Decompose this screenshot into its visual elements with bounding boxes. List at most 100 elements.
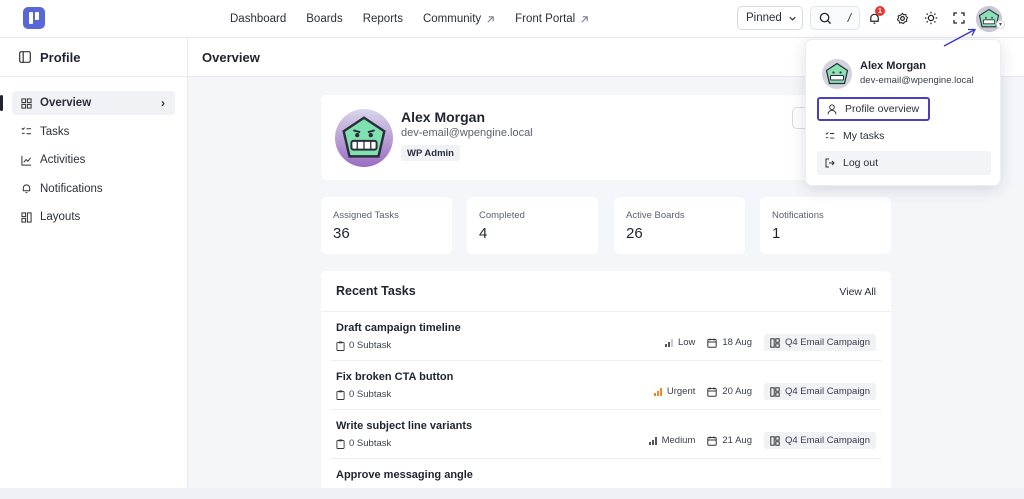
nav-front-portal[interactable]: Front Portal <box>515 13 589 25</box>
bottom-edge <box>0 488 1024 499</box>
stat-assigned-tasks: Assigned Tasks 36 <box>321 197 452 254</box>
clipboard-icon <box>336 439 345 449</box>
search-icon <box>819 12 831 24</box>
task-subtasks: 0 Subtask <box>336 340 391 351</box>
task-due-date: 18 Aug <box>707 337 752 348</box>
page-title: Overview <box>202 49 260 65</box>
board-icon <box>770 337 780 348</box>
pinned-dropdown[interactable]: Pinned <box>737 6 803 30</box>
task-row[interactable]: Fix broken CTA button 0 Subtask Urgent 2… <box>331 361 881 410</box>
recent-tasks-card: Recent Tasks View All Draft campaign tim… <box>321 271 891 499</box>
task-row[interactable]: Write subject line variants 0 Subtask Me… <box>331 410 881 459</box>
task-title: Write subject line variants <box>336 420 473 432</box>
sidebar-header: Profile <box>0 38 187 77</box>
priority-urgent-icon <box>653 387 662 396</box>
fullscreen-icon <box>953 12 965 24</box>
recent-tasks-title: Recent Tasks <box>336 284 416 298</box>
calendar-icon <box>707 387 718 397</box>
clipboard-icon <box>336 341 345 351</box>
priority-low-icon <box>664 338 673 347</box>
task-row[interactable]: Draft campaign timeline 0 Subtask Low 18… <box>331 312 881 361</box>
task-due-date: 21 Aug <box>707 435 752 446</box>
external-link-icon <box>581 15 588 23</box>
settings-button[interactable] <box>893 9 911 27</box>
task-meta: Urgent 20 Aug Q4 Email Campaign <box>653 383 876 400</box>
calendar-icon <box>707 436 718 446</box>
app-logo-icon[interactable] <box>23 7 45 29</box>
sidebar-item-tasks[interactable]: Tasks <box>12 120 175 144</box>
avatar-icon <box>822 59 852 89</box>
nav-boards[interactable]: Boards <box>306 13 342 25</box>
gear-icon <box>896 12 908 24</box>
stat-active-boards: Active Boards 26 <box>614 197 745 254</box>
sun-icon <box>924 11 938 25</box>
task-title: Draft campaign timeline <box>336 322 461 334</box>
role-badge: WP Admin <box>401 145 460 161</box>
task-subtasks: 0 Subtask <box>336 438 391 449</box>
dropdown-user-name: Alex Morgan <box>860 60 927 72</box>
sidebar-nav: Overview › Tasks Activities Notification… <box>0 77 187 229</box>
bell-icon <box>22 184 31 194</box>
menu-item-log-out[interactable]: Log out <box>817 151 991 175</box>
task-board-chip[interactable]: Q4 Email Campaign <box>763 334 876 351</box>
chevron-down-icon <box>789 16 796 21</box>
profile-name: Alex Morgan <box>401 109 486 125</box>
annotation-arrow-icon <box>943 28 977 47</box>
menu-item-profile-overview[interactable]: Profile overview <box>817 97 930 121</box>
main-nav: Dashboard Boards Reports Community Front… <box>230 0 589 38</box>
sidebar-title: Profile <box>40 49 81 65</box>
profile-email: dev-email@wpengine.local <box>401 127 533 139</box>
edit-profile-button[interactable] <box>792 107 806 129</box>
stat-notifications: Notifications 1 <box>760 197 891 254</box>
chart-line-icon <box>21 155 32 166</box>
sidebar-item-layouts[interactable]: Layouts <box>12 205 175 229</box>
user-icon <box>827 103 837 114</box>
board-icon <box>770 386 780 397</box>
active-indicator <box>0 95 3 111</box>
board-icon <box>770 435 780 446</box>
top-bar: Dashboard Boards Reports Community Front… <box>0 0 1024 38</box>
layout-icon <box>21 211 32 223</box>
sidebar-item-notifications[interactable]: Notifications <box>12 177 175 201</box>
dropdown-user-email: dev-email@wpengine.local <box>860 75 974 86</box>
avatar-caret-icon: ▾ <box>996 20 1005 29</box>
task-title: Fix broken CTA button <box>336 371 454 383</box>
task-board-chip[interactable]: Q4 Email Campaign <box>763 383 876 400</box>
chevron-right-icon: › <box>161 96 165 110</box>
panel-toggle-icon[interactable] <box>19 51 31 63</box>
notifications-button[interactable]: 1 <box>865 6 885 27</box>
external-link-icon <box>487 15 494 23</box>
nav-dashboard[interactable]: Dashboard <box>230 13 286 25</box>
sidebar: Profile Overview › Tasks Activities Noti… <box>0 38 188 499</box>
checklist-icon <box>21 127 32 135</box>
avatar-icon <box>335 109 393 167</box>
task-meta: Low 18 Aug Q4 Email Campaign <box>664 334 876 351</box>
task-meta: Medium 21 Aug Q4 Email Campaign <box>648 432 876 449</box>
theme-toggle-button[interactable] <box>922 9 940 27</box>
sidebar-item-overview[interactable]: Overview › <box>0 91 175 115</box>
nav-reports[interactable]: Reports <box>363 13 403 25</box>
logout-icon <box>825 158 835 168</box>
calendar-icon <box>707 338 718 348</box>
task-priority: Urgent <box>653 386 695 397</box>
task-board-chip[interactable]: Q4 Email Campaign <box>763 432 876 449</box>
task-priority: Medium <box>648 435 695 446</box>
menu-item-my-tasks[interactable]: My tasks <box>817 124 991 148</box>
view-all-link[interactable]: View All <box>839 286 876 298</box>
avatar <box>822 59 852 89</box>
avatar <box>335 109 393 167</box>
notification-badge: 1 <box>875 6 885 16</box>
checklist-icon <box>825 132 835 139</box>
nav-community[interactable]: Community <box>423 13 495 25</box>
search-shortcut: / <box>847 11 852 25</box>
priority-medium-icon <box>648 436 657 445</box>
sidebar-item-activities[interactable]: Activities <box>12 148 175 172</box>
clipboard-icon <box>336 390 345 400</box>
profile-dropdown-menu: Alex Morgan dev-email@wpengine.local Pro… <box>805 39 1001 186</box>
stat-completed: Completed 4 <box>467 197 598 254</box>
search-button[interactable]: / <box>810 6 860 30</box>
task-title: Approve messaging angle <box>336 469 473 481</box>
task-priority: Low <box>664 337 695 348</box>
grid-icon <box>21 97 32 109</box>
fullscreen-button[interactable] <box>950 9 968 27</box>
